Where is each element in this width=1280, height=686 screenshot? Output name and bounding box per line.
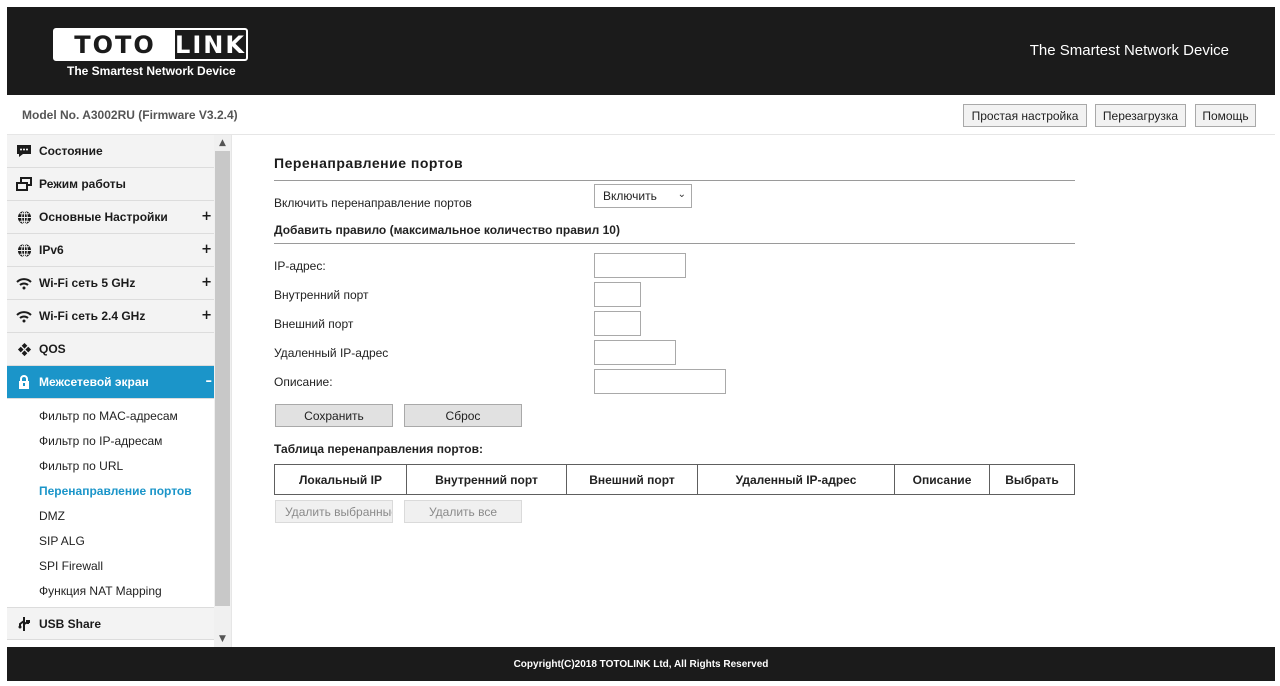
external-port-input[interactable] bbox=[594, 311, 641, 336]
collapse-icon[interactable]: – bbox=[206, 374, 213, 389]
lock-icon bbox=[15, 373, 33, 391]
col-description: Описание bbox=[894, 464, 990, 495]
submenu-sip-alg[interactable]: SIP ALG bbox=[7, 528, 214, 553]
col-select: Выбрать bbox=[989, 464, 1075, 495]
sidebar-item-qos[interactable]: QOS bbox=[7, 333, 214, 366]
col-remote-ip: Удаленный IP-адрес bbox=[697, 464, 895, 495]
firewall-submenu: Фильтр по MAC-адресам Фильтр по IP-адрес… bbox=[7, 399, 214, 607]
page-title: Перенаправление портов bbox=[274, 155, 464, 171]
sidebar-item-label: USB Share bbox=[39, 616, 102, 631]
reboot-button[interactable]: Перезагрузка bbox=[1095, 104, 1186, 127]
enable-label: Включить перенаправление портов bbox=[274, 196, 472, 210]
add-rule-label: Добавить правило (максимальное количеств… bbox=[274, 223, 620, 237]
footer-copyright: Copyright(C)2018 TOTOLINK Ltd, All Right… bbox=[7, 647, 1275, 681]
delete-all-button[interactable]: Удалить все bbox=[404, 500, 522, 523]
header-slogan: The Smartest Network Device bbox=[1029, 42, 1229, 59]
wifi-icon bbox=[15, 274, 33, 292]
col-local-ip: Локальный IP bbox=[274, 464, 407, 495]
sidebar-item-label: QOS bbox=[39, 342, 66, 356]
logo-left-text: TOTO bbox=[55, 30, 175, 59]
sidebar-item-wifi-24ghz[interactable]: Wi-Fi сеть 2.4 GHz + bbox=[7, 300, 214, 333]
usb-icon bbox=[15, 615, 33, 633]
sidebar-item-ipv6[interactable]: IPv6 + bbox=[7, 234, 214, 267]
expand-icon[interactable]: + bbox=[201, 242, 212, 257]
sidebar-scrollbar[interactable]: ▲ ▼ bbox=[214, 135, 231, 647]
internal-port-input[interactable] bbox=[594, 282, 641, 307]
header: TOTO LINK The Smartest Network Device Th… bbox=[7, 7, 1275, 95]
delete-selected-button[interactable]: Удалить выбранные bbox=[275, 500, 393, 523]
sidebar-item-firewall[interactable]: Межсетевой экран – bbox=[7, 366, 214, 399]
totolink-logo[interactable]: TOTO LINK bbox=[53, 28, 248, 61]
scroll-down-arrow-icon[interactable]: ▼ bbox=[214, 631, 231, 647]
col-external-port: Внешний порт bbox=[566, 464, 698, 495]
sidebar-item-label: Режим работы bbox=[39, 177, 126, 191]
sidebar-item-label: IPv6 bbox=[39, 243, 64, 257]
reset-button[interactable]: Сброс bbox=[404, 404, 522, 427]
sidebar-item-mode[interactable]: Режим работы bbox=[7, 168, 214, 201]
chevron-down-icon: ⌄ bbox=[677, 189, 686, 200]
router-admin-page: TOTO LINK The Smartest Network Device Th… bbox=[7, 7, 1275, 681]
submenu-nat-mapping[interactable]: Функция NAT Mapping bbox=[7, 578, 214, 603]
sidebar-item-label: Состояние bbox=[39, 144, 103, 158]
submenu-dmz[interactable]: DMZ bbox=[7, 503, 214, 528]
sidebar: Состояние Режим работы Основные Настройк… bbox=[7, 135, 214, 647]
submenu-port-forwarding[interactable]: Перенаправление портов bbox=[7, 478, 214, 503]
sidebar-item-label: Wi-Fi сеть 2.4 GHz bbox=[39, 309, 146, 323]
sidebar-item-status[interactable]: Состояние bbox=[7, 135, 214, 168]
sidebar-item-label: Wi-Fi сеть 5 GHz bbox=[39, 276, 136, 290]
help-button[interactable]: Помощь bbox=[1195, 104, 1256, 127]
model-info: Model No. A3002RU (Firmware V3.2.4) bbox=[22, 108, 238, 122]
internal-port-label: Внутренний порт bbox=[274, 288, 369, 302]
logo-tagline: The Smartest Network Device bbox=[67, 64, 236, 78]
port-forwarding-table: Локальный IP Внутренний порт Внешний пор… bbox=[274, 464, 1075, 495]
expand-icon[interactable]: + bbox=[201, 275, 212, 290]
description-label: Описание: bbox=[274, 375, 333, 389]
remote-ip-label: Удаленный IP-адрес bbox=[274, 346, 389, 360]
windows-icon bbox=[15, 175, 33, 193]
enable-select[interactable]: Включить ⌄ bbox=[594, 184, 692, 208]
sidebar-item-label: Основные Настройки bbox=[39, 210, 168, 224]
title-divider bbox=[274, 180, 1075, 181]
sidebar-item-wifi-5ghz[interactable]: Wi-Fi сеть 5 GHz + bbox=[7, 267, 214, 300]
sidebar-item-basic-settings[interactable]: Основные Настройки + bbox=[7, 201, 214, 234]
table-header-row: Локальный IP Внутренний порт Внешний пор… bbox=[274, 464, 1075, 495]
scroll-up-arrow-icon[interactable]: ▲ bbox=[214, 135, 231, 151]
scrollbar-thumb[interactable] bbox=[215, 151, 230, 606]
col-internal-port: Внутренний порт bbox=[406, 464, 567, 495]
submenu-url-filter[interactable]: Фильтр по URL bbox=[7, 453, 214, 478]
sidebar-item-label: Межсетевой экран bbox=[39, 375, 149, 389]
remote-ip-input[interactable] bbox=[594, 340, 676, 365]
logo-right-text: LINK bbox=[175, 30, 246, 59]
submenu-spi-firewall[interactable]: SPI Firewall bbox=[7, 553, 214, 578]
wifi-icon bbox=[15, 307, 33, 325]
expand-icon[interactable]: + bbox=[201, 209, 212, 224]
add-rule-divider bbox=[274, 243, 1075, 244]
ip-label: IP-адрес: bbox=[274, 259, 326, 273]
expand-icon[interactable]: + bbox=[201, 308, 212, 323]
globe-icon bbox=[15, 241, 33, 259]
globe-icon bbox=[15, 208, 33, 226]
external-port-label: Внешний порт bbox=[274, 317, 354, 331]
main-content: Перенаправление портов Включить перенапр… bbox=[231, 135, 1275, 647]
table-label: Таблица перенаправления портов: bbox=[274, 442, 483, 456]
enable-select-value: Включить bbox=[603, 189, 657, 203]
status-chat-icon bbox=[15, 142, 33, 160]
submenu-ip-filter[interactable]: Фильтр по IP-адресам bbox=[7, 428, 214, 453]
easy-setup-button[interactable]: Простая настройка bbox=[963, 104, 1087, 127]
description-input[interactable] bbox=[594, 369, 726, 394]
submenu-mac-filter[interactable]: Фильтр по MAC-адресам bbox=[7, 403, 214, 428]
top-toolbar: Model No. A3002RU (Firmware V3.2.4) Прос… bbox=[7, 95, 1275, 135]
save-button[interactable]: Сохранить bbox=[275, 404, 393, 427]
sidebar-item-usb-share[interactable]: USB Share bbox=[7, 607, 214, 640]
ip-input[interactable] bbox=[594, 253, 686, 278]
qos-diamond-icon bbox=[15, 340, 33, 358]
